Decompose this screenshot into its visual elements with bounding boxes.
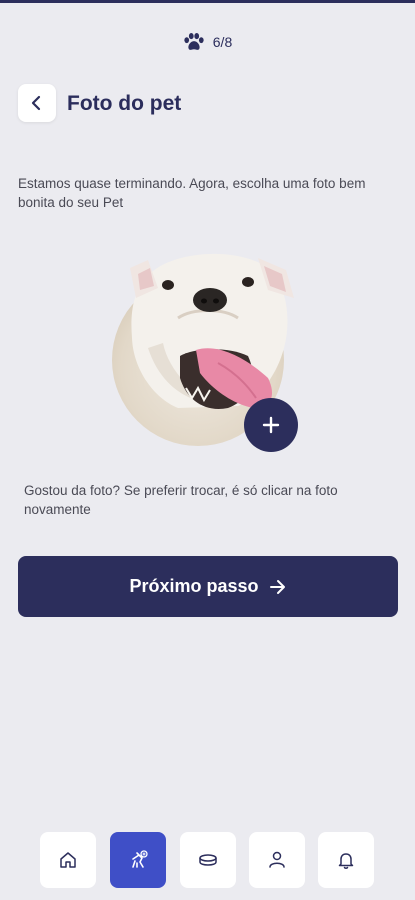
add-photo-button[interactable]	[244, 398, 298, 452]
pet-icon	[132, 850, 148, 868]
nav-profile[interactable]	[249, 832, 305, 888]
nav-notifications[interactable]	[318, 832, 374, 888]
next-step-button[interactable]: Próximo passo	[18, 556, 398, 617]
home-icon	[60, 852, 76, 868]
step-progress: 6/8	[0, 32, 415, 52]
plus-icon	[262, 416, 280, 434]
next-step-label: Próximo passo	[129, 576, 259, 596]
bell-icon	[338, 853, 354, 869]
arrow-right-icon	[269, 579, 285, 594]
bottom-navigation	[0, 832, 415, 888]
chevron-left-icon	[31, 95, 41, 111]
user-icon	[269, 851, 285, 868]
nav-pet[interactable]	[110, 832, 166, 888]
bowl-icon	[199, 854, 217, 866]
back-button[interactable]	[18, 84, 56, 122]
top-divider	[0, 0, 415, 3]
page-title: Foto do pet	[67, 92, 182, 115]
hint-text: Gostou da foto? Se preferir trocar, é só…	[24, 483, 338, 517]
nav-food[interactable]	[180, 832, 236, 888]
intro-text: Estamos quase terminando. Agora, escolha…	[18, 176, 366, 210]
step-counter: 6/8	[212, 34, 233, 50]
nav-home[interactable]	[40, 832, 96, 888]
paw-icon	[184, 33, 204, 50]
